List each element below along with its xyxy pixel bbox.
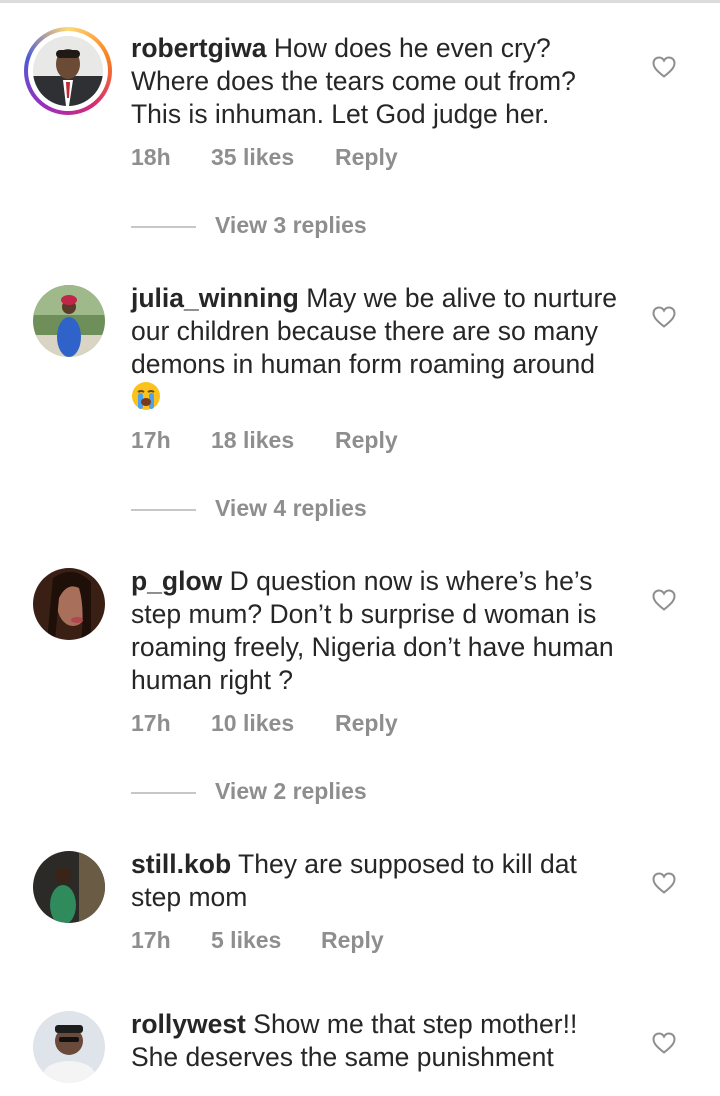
avatar-julia_winning[interactable] [33, 285, 105, 357]
reply-button[interactable]: Reply [335, 427, 398, 454]
comment-text-still.kob: still.kob They are supposed to kill dat … [131, 848, 631, 914]
avatar-robertgiwa[interactable] [24, 27, 112, 115]
view-replies-button[interactable]: View 4 replies [131, 495, 531, 527]
avatar-p_glow[interactable] [33, 568, 105, 640]
comment-time: 18h [131, 144, 171, 170]
view-replies-label: View 3 replies [215, 212, 367, 238]
like-heart-icon[interactable] [652, 56, 676, 78]
comment-username[interactable]: julia_winning [131, 283, 299, 313]
comment-text-robertgiwa: robertgiwa How does he even cry? Where d… [131, 32, 631, 131]
view-replies-button[interactable]: View 3 replies [131, 212, 531, 244]
comment-text-julia_winning: julia_winning May we be alive to nurture… [131, 282, 631, 415]
reply-button[interactable]: Reply [335, 710, 398, 737]
comment-text-p_glow: p_glow D question now is where’s he’s st… [131, 565, 631, 697]
comment-likes[interactable]: 35 likes [211, 144, 294, 171]
comment-username[interactable]: rollywest [131, 1009, 246, 1039]
like-heart-icon[interactable] [652, 306, 676, 328]
comment-likes[interactable]: 10 likes [211, 710, 294, 737]
comment-time: 17h [131, 710, 171, 736]
comment-likes[interactable]: 5 likes [211, 927, 281, 954]
top-divider [0, 0, 720, 3]
avatar-rollywest[interactable] [33, 1011, 105, 1083]
comment-time: 17h [131, 927, 171, 953]
comment-username[interactable]: p_glow [131, 566, 222, 596]
like-heart-icon[interactable] [652, 872, 676, 894]
replies-divider [131, 226, 196, 228]
replies-divider [131, 509, 196, 511]
reply-button[interactable]: Reply [321, 927, 384, 954]
like-heart-icon[interactable] [652, 589, 676, 611]
comment-username[interactable]: robertgiwa [131, 33, 266, 63]
avatar-still.kob[interactable] [33, 851, 105, 923]
replies-divider [131, 792, 196, 794]
loudly-crying-face-emoji [131, 381, 161, 411]
comment-username[interactable]: still.kob [131, 849, 231, 879]
comment-time: 17h [131, 427, 171, 453]
view-replies-label: View 4 replies [215, 495, 367, 521]
comment-likes[interactable]: 18 likes [211, 427, 294, 454]
like-heart-icon[interactable] [652, 1032, 676, 1054]
comment-text-rollywest: rollywest Show me that step mother!! She… [131, 1008, 631, 1074]
view-replies-label: View 2 replies [215, 778, 367, 804]
view-replies-button[interactable]: View 2 replies [131, 778, 531, 810]
reply-button[interactable]: Reply [335, 144, 398, 171]
